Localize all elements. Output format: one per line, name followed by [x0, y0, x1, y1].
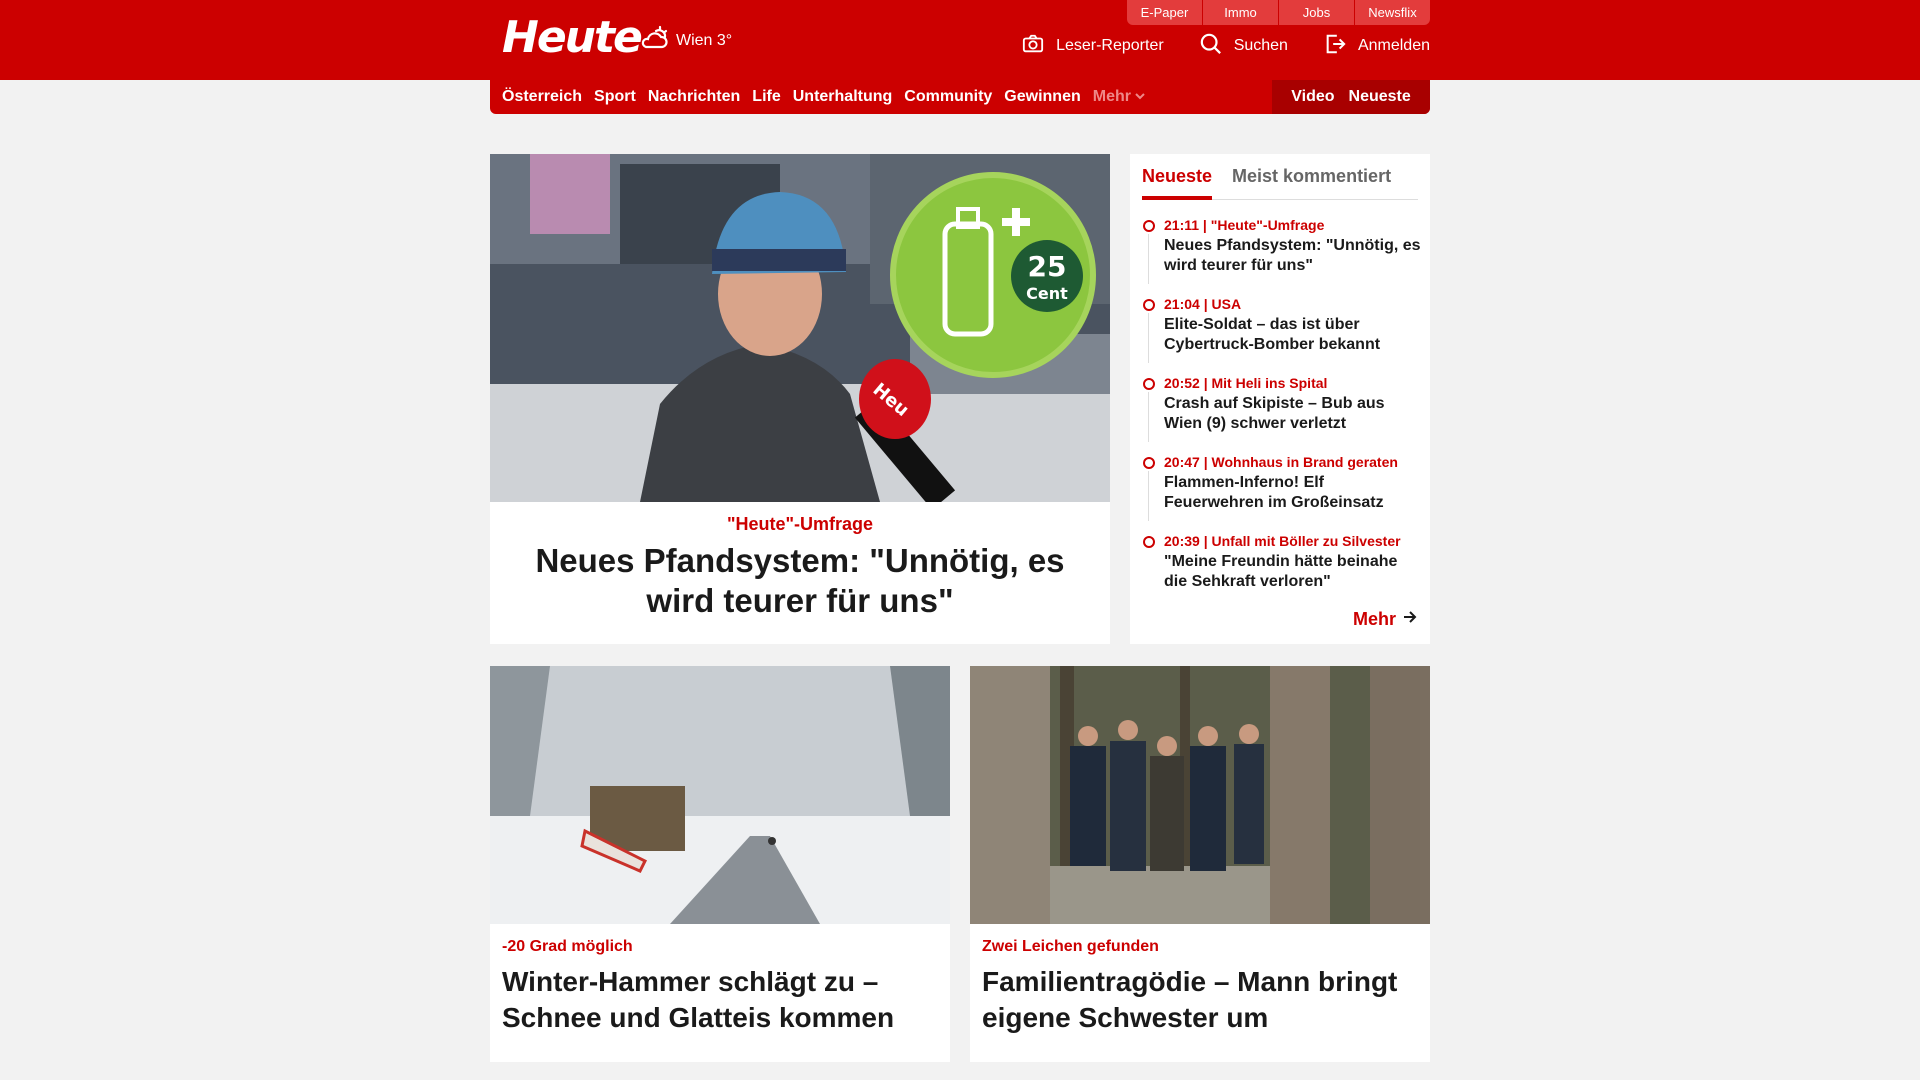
- hero-article[interactable]: Heu 25 Cent "Heute"-Umfrage Neues Pfands…: [490, 154, 1110, 644]
- news-meta: 20:47 | Wohnhaus in Brand geraten: [1164, 454, 1398, 470]
- main-nav: Österreich Sport Nachrichten Life Unterh…: [490, 80, 1430, 114]
- news-title: "Meine Freundin hätte beinahe die Sehkra…: [1164, 553, 1398, 590]
- card-kicker: Zwei Leichen gefunden: [982, 938, 1159, 955]
- news-title: Neues Pfandsystem: "Unnötig, es wird teu…: [1164, 237, 1421, 274]
- tab-neueste[interactable]: Neueste: [1142, 162, 1213, 200]
- chevron-down-icon: [1135, 88, 1145, 106]
- news-item[interactable]: 21:11 | "Heute"-Umfrage Neues Pfandsyste…: [1142, 216, 1422, 295]
- cloud-sun-icon: [638, 25, 670, 58]
- news-title: Crash auf Skipiste – Bub aus Wien (9) sc…: [1164, 395, 1385, 432]
- tab-meist-kommentiert[interactable]: Meist kommentiert: [1232, 162, 1391, 199]
- site-header: Heute Wien 3° E-Paper Immo Jobs Newsflix…: [0, 0, 1920, 80]
- login-label: Anmelden: [1357, 37, 1430, 54]
- sidebar-tabs: Neueste Meist kommentiert: [1142, 162, 1418, 200]
- search-label: Suchen: [1233, 37, 1288, 54]
- sidebar-more-label: Mehr: [1352, 609, 1396, 629]
- hero-image: Heu 25 Cent: [490, 154, 1110, 502]
- news-item[interactable]: 21:04 | USA Elite-Soldat – das ist über …: [1142, 295, 1422, 374]
- login-icon: [1324, 33, 1346, 60]
- card-title: Winter-Hammer schlägt zu – Schnee und Gl…: [502, 966, 895, 1033]
- utility-nav: E-Paper Immo Jobs Newsflix: [1126, 0, 1430, 25]
- card-title: Familientragödie – Mann bringt eigene Sc…: [982, 966, 1398, 1033]
- weather-text: Wien 3°: [676, 32, 733, 49]
- hero-title[interactable]: Neues Pfandsystem: "Unnötig, es wird teu…: [510, 541, 1090, 621]
- news-meta: 20:39 | Unfall mit Böller zu Silvester: [1164, 533, 1401, 549]
- utility-link-immo[interactable]: Immo: [1203, 0, 1278, 25]
- utility-link-epaper[interactable]: E-Paper: [1127, 0, 1202, 25]
- search-icon: [1200, 33, 1222, 60]
- nav-more-dropdown[interactable]: Mehr: [1093, 88, 1145, 106]
- login-button[interactable]: Anmelden: [1324, 34, 1430, 58]
- weather-widget[interactable]: Wien 3°: [638, 25, 733, 58]
- news-item[interactable]: 20:47 | Wohnhaus in Brand geraten Flamme…: [1142, 453, 1422, 532]
- news-item[interactable]: 20:39 | Unfall mit Böller zu Silvester "…: [1142, 532, 1422, 611]
- nav-item-neueste[interactable]: Neueste: [1349, 88, 1411, 106]
- camera-icon: [1022, 33, 1044, 60]
- news-meta: 21:04 | USA: [1164, 296, 1242, 312]
- utility-link-newsflix[interactable]: Newsflix: [1355, 0, 1430, 25]
- nav-more-label: Mehr: [1092, 88, 1131, 105]
- nav-item-unterhaltung[interactable]: Unterhaltung: [793, 88, 893, 106]
- news-meta: 20:52 | Mit Heli ins Spital: [1164, 375, 1328, 391]
- search-button[interactable]: Suchen: [1200, 33, 1288, 60]
- news-item[interactable]: 20:52 | Mit Heli ins Spital Crash auf Sk…: [1142, 374, 1422, 453]
- arrow-right-icon: [1402, 609, 1418, 630]
- hero-kicker: "Heute"-Umfrage: [726, 514, 874, 534]
- news-title: Elite-Soldat – das ist über Cybertruck-B…: [1164, 316, 1381, 353]
- news-title: Flammen-Inferno! Elf Feuerwehren im Groß…: [1164, 474, 1384, 511]
- leser-reporter-label: Leser-Reporter: [1056, 37, 1164, 54]
- nav-item-video[interactable]: Video: [1291, 88, 1334, 106]
- snowplow-image: [490, 666, 950, 924]
- article-card-winter[interactable]: -20 Grad möglich Winter-Hammer schlägt z…: [490, 666, 950, 1062]
- news-list: 21:11 | "Heute"-Umfrage Neues Pfandsyste…: [1142, 216, 1422, 611]
- card-kicker: -20 Grad möglich: [502, 938, 633, 955]
- badge-number: 25: [1028, 250, 1067, 283]
- nav-item-gewinnen[interactable]: Gewinnen: [1004, 88, 1080, 106]
- nav-item-community[interactable]: Community: [904, 88, 992, 106]
- nav-item-oesterreich[interactable]: Österreich: [502, 88, 582, 106]
- utility-link-jobs[interactable]: Jobs: [1279, 0, 1354, 25]
- news-meta: 21:11 | "Heute"-Umfrage: [1164, 217, 1325, 233]
- article-card-familientragoedie[interactable]: Zwei Leichen gefunden Familientragödie –…: [970, 666, 1430, 1062]
- police-forest-image: [970, 666, 1430, 924]
- nav-item-life[interactable]: Life: [752, 88, 780, 106]
- badge-unit: Cent: [1026, 284, 1068, 303]
- heute-logo[interactable]: Heute: [502, 12, 643, 63]
- sidebar-more-link[interactable]: Mehr: [1353, 609, 1418, 630]
- news-ticker-sidebar: Neueste Meist kommentiert 21:11 | "Heute…: [1130, 154, 1430, 644]
- nav-right-group: Video Neueste: [1272, 80, 1430, 114]
- nav-item-nachrichten[interactable]: Nachrichten: [648, 88, 740, 106]
- header-actions: Leser-Reporter Suchen Anmelden: [1022, 33, 1430, 60]
- nav-item-sport[interactable]: Sport: [594, 88, 636, 106]
- leser-reporter-button[interactable]: Leser-Reporter: [1022, 34, 1164, 58]
